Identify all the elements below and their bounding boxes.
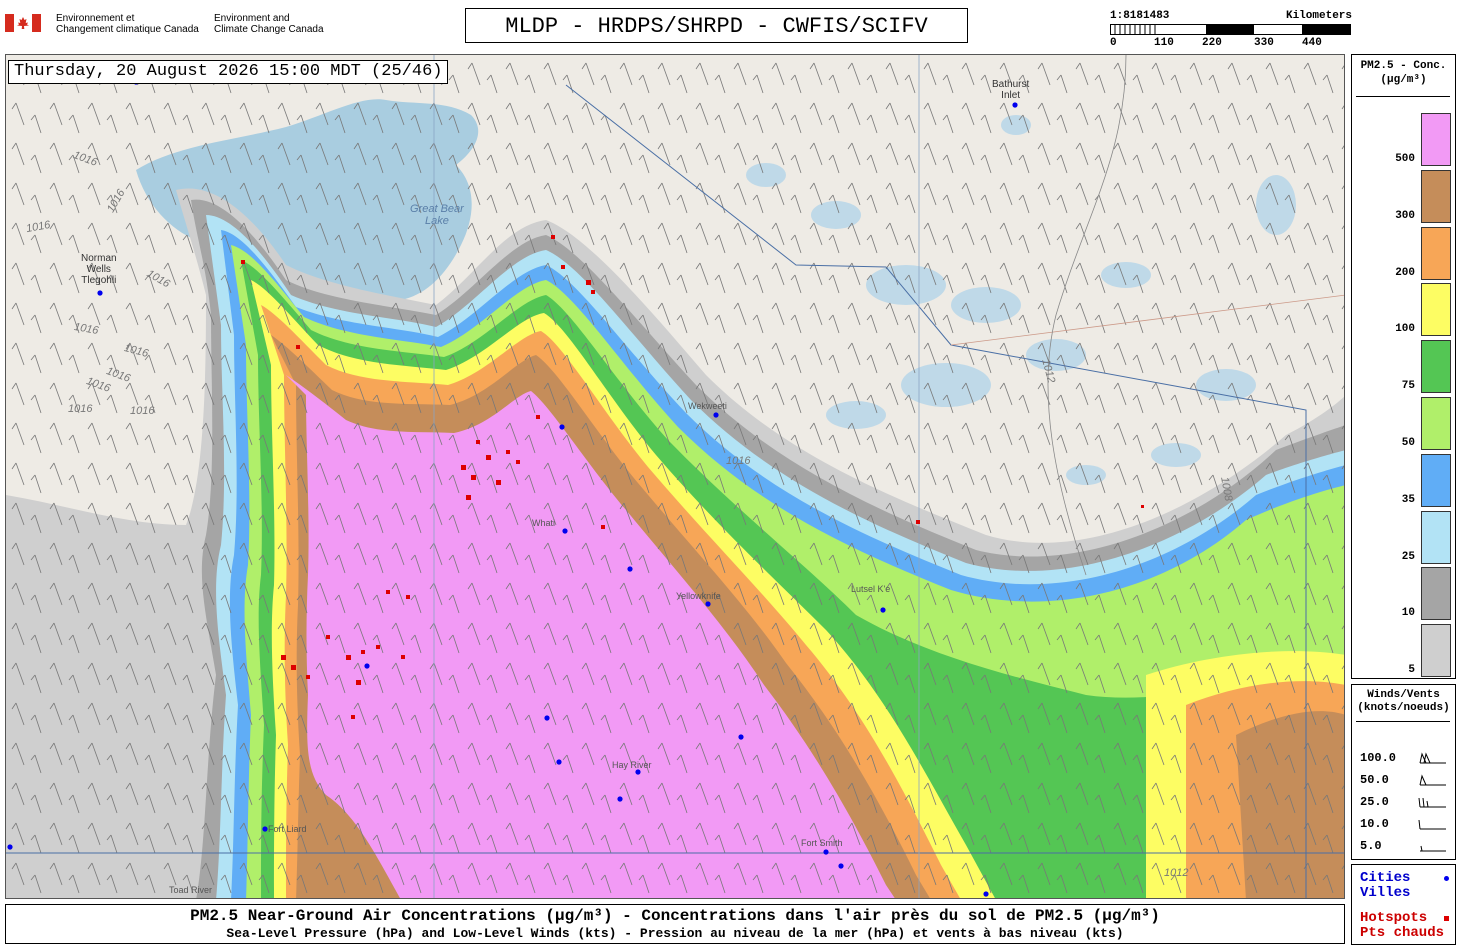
city-marker-icon bbox=[1444, 876, 1449, 881]
pm25-tick-200: 200 bbox=[1395, 266, 1415, 279]
scale-tick-220: 220 bbox=[1202, 37, 1222, 49]
pm25-legend-title: PM2.5 - Conc. bbox=[1360, 60, 1447, 72]
points-legend: Cities Villes Hotspots Pts chauds bbox=[1351, 864, 1456, 945]
pm25-tick-500: 500 bbox=[1395, 153, 1415, 165]
smoke-forecast-map[interactable]: Norman Wells Tlegohli Bathurst Inlet Gre… bbox=[5, 54, 1345, 899]
label-great-bear-lake-line2: Lake bbox=[424, 215, 449, 227]
pm25-tick-10: 10 bbox=[1401, 607, 1415, 620]
agency-name-en: Environment and Climate Change Canada bbox=[214, 13, 324, 35]
agency-fr-line1: Environnement et bbox=[56, 13, 135, 24]
label-great-bear-lake: Great Bear Lake bbox=[410, 203, 464, 227]
wind-barb-50-icon bbox=[1419, 774, 1446, 786]
pm25-legend-header: PM2.5 - Conc. (µg/m³) bbox=[1352, 55, 1455, 87]
pm25-swatch-35 bbox=[1421, 453, 1451, 507]
hotspots-label-en: Hotspots bbox=[1360, 910, 1428, 926]
wind-barb-10-icon bbox=[1418, 819, 1446, 830]
legend-divider bbox=[1356, 721, 1450, 722]
scale-units: Kilometers bbox=[1285, 10, 1352, 22]
pm25-tick-300: 300 bbox=[1395, 209, 1415, 222]
map-canvas bbox=[6, 55, 1344, 898]
map-caption: PM2.5 Near-Ground Air Concentrations (µg… bbox=[5, 904, 1345, 944]
wind-row-50: 50.0 bbox=[1360, 773, 1389, 787]
wind-legend-title: Winds/Vents bbox=[1367, 689, 1440, 701]
scale-bar: 1:8181483 Kilometers 0 110 220 330 440 bbox=[1110, 10, 1352, 50]
pm25-tick-75: 75 bbox=[1401, 380, 1415, 393]
pm25-swatch-50 bbox=[1421, 397, 1451, 450]
scale-tick-0: 0 bbox=[1110, 37, 1117, 49]
caption-line2: Sea-Level Pressure (hPa) and Low-Level W… bbox=[226, 926, 1124, 941]
isobar-label: 1016 bbox=[130, 405, 155, 417]
wind-row-100: 100.0 bbox=[1360, 751, 1397, 765]
pm25-tick-100: 100 bbox=[1395, 323, 1415, 336]
label-norman-wells-line3: Tlegohli bbox=[81, 275, 117, 286]
pm25-legend: PM2.5 - Conc. (µg/m³) 500 300 200 100 75 50 35… bbox=[1351, 54, 1456, 679]
pm25-swatch-500 bbox=[1421, 113, 1451, 166]
pm25-swatch-5 bbox=[1421, 624, 1451, 678]
label-norman-wells: Norman Wells Tlegohli bbox=[81, 253, 117, 286]
label-bathurst-inlet: Bathurst Inlet bbox=[992, 79, 1029, 101]
wind-barb-5-icon bbox=[1420, 845, 1446, 852]
scale-ratio: 1:8181483 bbox=[1110, 10, 1170, 22]
pm25-tick-50: 50 bbox=[1401, 437, 1415, 449]
wind-barb-field bbox=[6, 55, 1344, 898]
cities-label-fr: Villes bbox=[1360, 885, 1411, 901]
label-fort-liard: Fort Liard bbox=[268, 824, 307, 834]
label-bathurst-inlet-line1: Bathurst bbox=[992, 79, 1030, 90]
wind-row-25: 25.0 bbox=[1360, 795, 1389, 809]
hotspot-marker-icon bbox=[1444, 916, 1449, 921]
pm25-swatch-25 bbox=[1421, 510, 1451, 564]
agency-en-line1: Environment and bbox=[214, 13, 290, 24]
scale-tick-330: 330 bbox=[1254, 37, 1274, 49]
hotspots-label-fr: Pts chauds bbox=[1360, 925, 1445, 941]
agency-en-line2: Climate Change Canada bbox=[214, 24, 324, 35]
scale-tick-110: 110 bbox=[1154, 37, 1174, 49]
isobar-label: 1012 bbox=[1164, 867, 1189, 879]
cities-legend-label: Cities Villes bbox=[1360, 871, 1410, 901]
pm25-swatch-100 bbox=[1421, 283, 1451, 337]
forecast-timestamp: Thursday, 20 August 2026 15:00 MDT (25/4… bbox=[8, 60, 449, 84]
label-great-bear-lake-line1: Great Bear bbox=[410, 203, 464, 215]
pm25-swatch-200 bbox=[1421, 226, 1451, 280]
wind-row-10: 10.0 bbox=[1360, 817, 1389, 831]
cities-label-en: Cities bbox=[1360, 870, 1411, 886]
wind-legend: Winds/Vents (knots/noeuds) 100.0 50.0 25… bbox=[1351, 684, 1456, 860]
scale-tick-440: 440 bbox=[1302, 37, 1322, 49]
agency-name-fr: Environnement et Changement climatique C… bbox=[56, 13, 199, 35]
wind-barb-100-icon bbox=[1419, 752, 1446, 764]
label-toad-river: Toad River bbox=[169, 885, 213, 895]
label-hay-river: Hay River bbox=[612, 760, 652, 770]
wind-legend-header: Winds/Vents (knots/noeuds) bbox=[1352, 685, 1455, 715]
legend-divider bbox=[1356, 96, 1450, 97]
wind-legend-units: (knots/noeuds) bbox=[1357, 702, 1450, 714]
pm25-swatch-75 bbox=[1421, 340, 1451, 394]
pm25-tick-25: 25 bbox=[1401, 550, 1415, 563]
pm25-swatch-10 bbox=[1421, 567, 1451, 621]
label-bathurst-inlet-line2: Inlet bbox=[1001, 90, 1021, 101]
isobar-label: 1016 bbox=[726, 455, 751, 467]
caption-line1: PM2.5 Near-Ground Air Concentrations (µg… bbox=[190, 907, 1160, 925]
pm25-tick-35: 35 bbox=[1401, 493, 1415, 506]
pm25-tick-5: 5 bbox=[1408, 664, 1415, 677]
pm25-swatch-300 bbox=[1421, 169, 1451, 223]
label-norman-wells-line2: Wells bbox=[86, 264, 111, 275]
canada-flag-icon bbox=[5, 14, 41, 32]
scale-bar-graphic bbox=[1110, 24, 1351, 35]
label-whati: Whati bbox=[532, 518, 556, 528]
pm25-legend-units: (µg/m³) bbox=[1380, 74, 1427, 86]
label-yellowknife: Yellowknife bbox=[676, 591, 721, 601]
label-norman-wells-line1: Norman bbox=[81, 253, 117, 264]
header: Environnement et Changement climatique C… bbox=[0, 0, 1460, 52]
wind-barb-25-icon bbox=[1418, 797, 1446, 808]
agency-fr-line2: Changement climatique Canada bbox=[56, 24, 199, 35]
isobar-label: 1016 bbox=[68, 403, 93, 415]
wind-row-5: 5.0 bbox=[1360, 839, 1382, 853]
page-title: MLDP - HRDPS/SHRPD - CWFIS/SCIFV bbox=[465, 8, 968, 43]
label-wekweeti: Wekweeti bbox=[688, 401, 727, 411]
hotspots-legend-label: Hotspots Pts chauds bbox=[1360, 911, 1444, 941]
label-fort-smith: Fort Smith bbox=[801, 838, 843, 848]
label-lutselke: Lutsel K'e bbox=[851, 584, 891, 594]
